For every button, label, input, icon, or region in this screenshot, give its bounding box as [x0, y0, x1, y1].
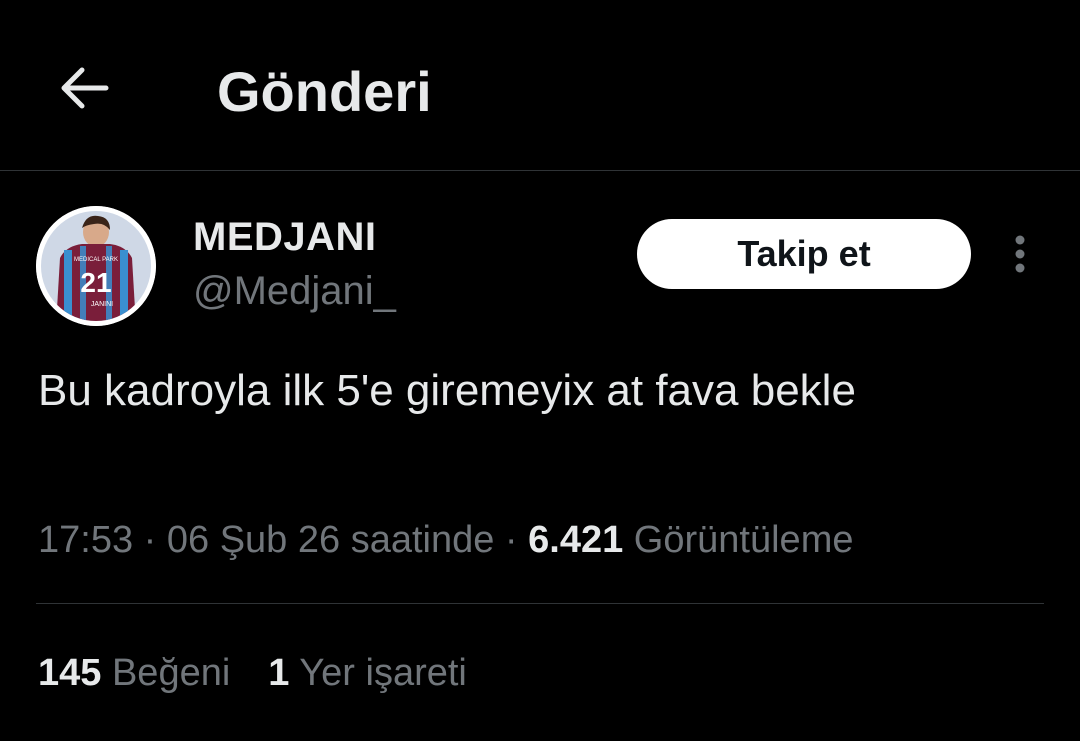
divider	[36, 603, 1044, 604]
more-options-button[interactable]	[996, 228, 1044, 280]
back-button[interactable]	[54, 60, 114, 116]
avatar-image: MEDICAL PARK 21 JANINI	[36, 206, 156, 326]
page-title: Gönderi	[217, 60, 432, 123]
tweet-metadata: 17:53 · 06 Şub 26 saatinde · 6.421 Görün…	[38, 517, 853, 563]
author-display-name[interactable]: MEDJANI	[193, 214, 377, 260]
arrow-left-icon	[61, 67, 109, 109]
likes-label: Beğeni	[101, 652, 231, 694]
jersey-name-text: JANINI	[91, 301, 113, 308]
jersey-number-text: 21	[80, 267, 111, 298]
meta-separator: ·	[133, 519, 167, 561]
bookmarks-stat[interactable]: 1 Yer işareti	[268, 650, 467, 696]
avatar[interactable]: MEDICAL PARK 21 JANINI	[36, 206, 156, 326]
tweet-text: Bu kadroyla ilk 5'e giremeyix at fava be…	[38, 366, 856, 415]
meta-separator: ·	[494, 519, 529, 561]
more-vertical-icon	[1015, 235, 1025, 273]
likes-stat[interactable]: 145 Beğeni	[38, 650, 230, 696]
views-label: Görüntüleme	[623, 519, 854, 561]
bookmarks-count: 1	[268, 652, 290, 694]
views-count: 6.421	[528, 519, 624, 561]
author-handle[interactable]: @Medjani_	[193, 268, 396, 314]
top-bar: Gönderi	[0, 0, 1080, 171]
tweet-time[interactable]: 17:53	[38, 519, 133, 561]
likes-count: 145	[38, 652, 102, 694]
tweet-date[interactable]: 06 Şub 26 saatinde	[167, 519, 495, 561]
bookmarks-label: Yer işareti	[289, 652, 467, 694]
engagement-stats: 145 Beğeni 1 Yer işareti	[38, 650, 505, 696]
jersey-sponsor-text: MEDICAL PARK	[74, 257, 118, 263]
follow-button[interactable]: Takip et	[637, 219, 971, 289]
